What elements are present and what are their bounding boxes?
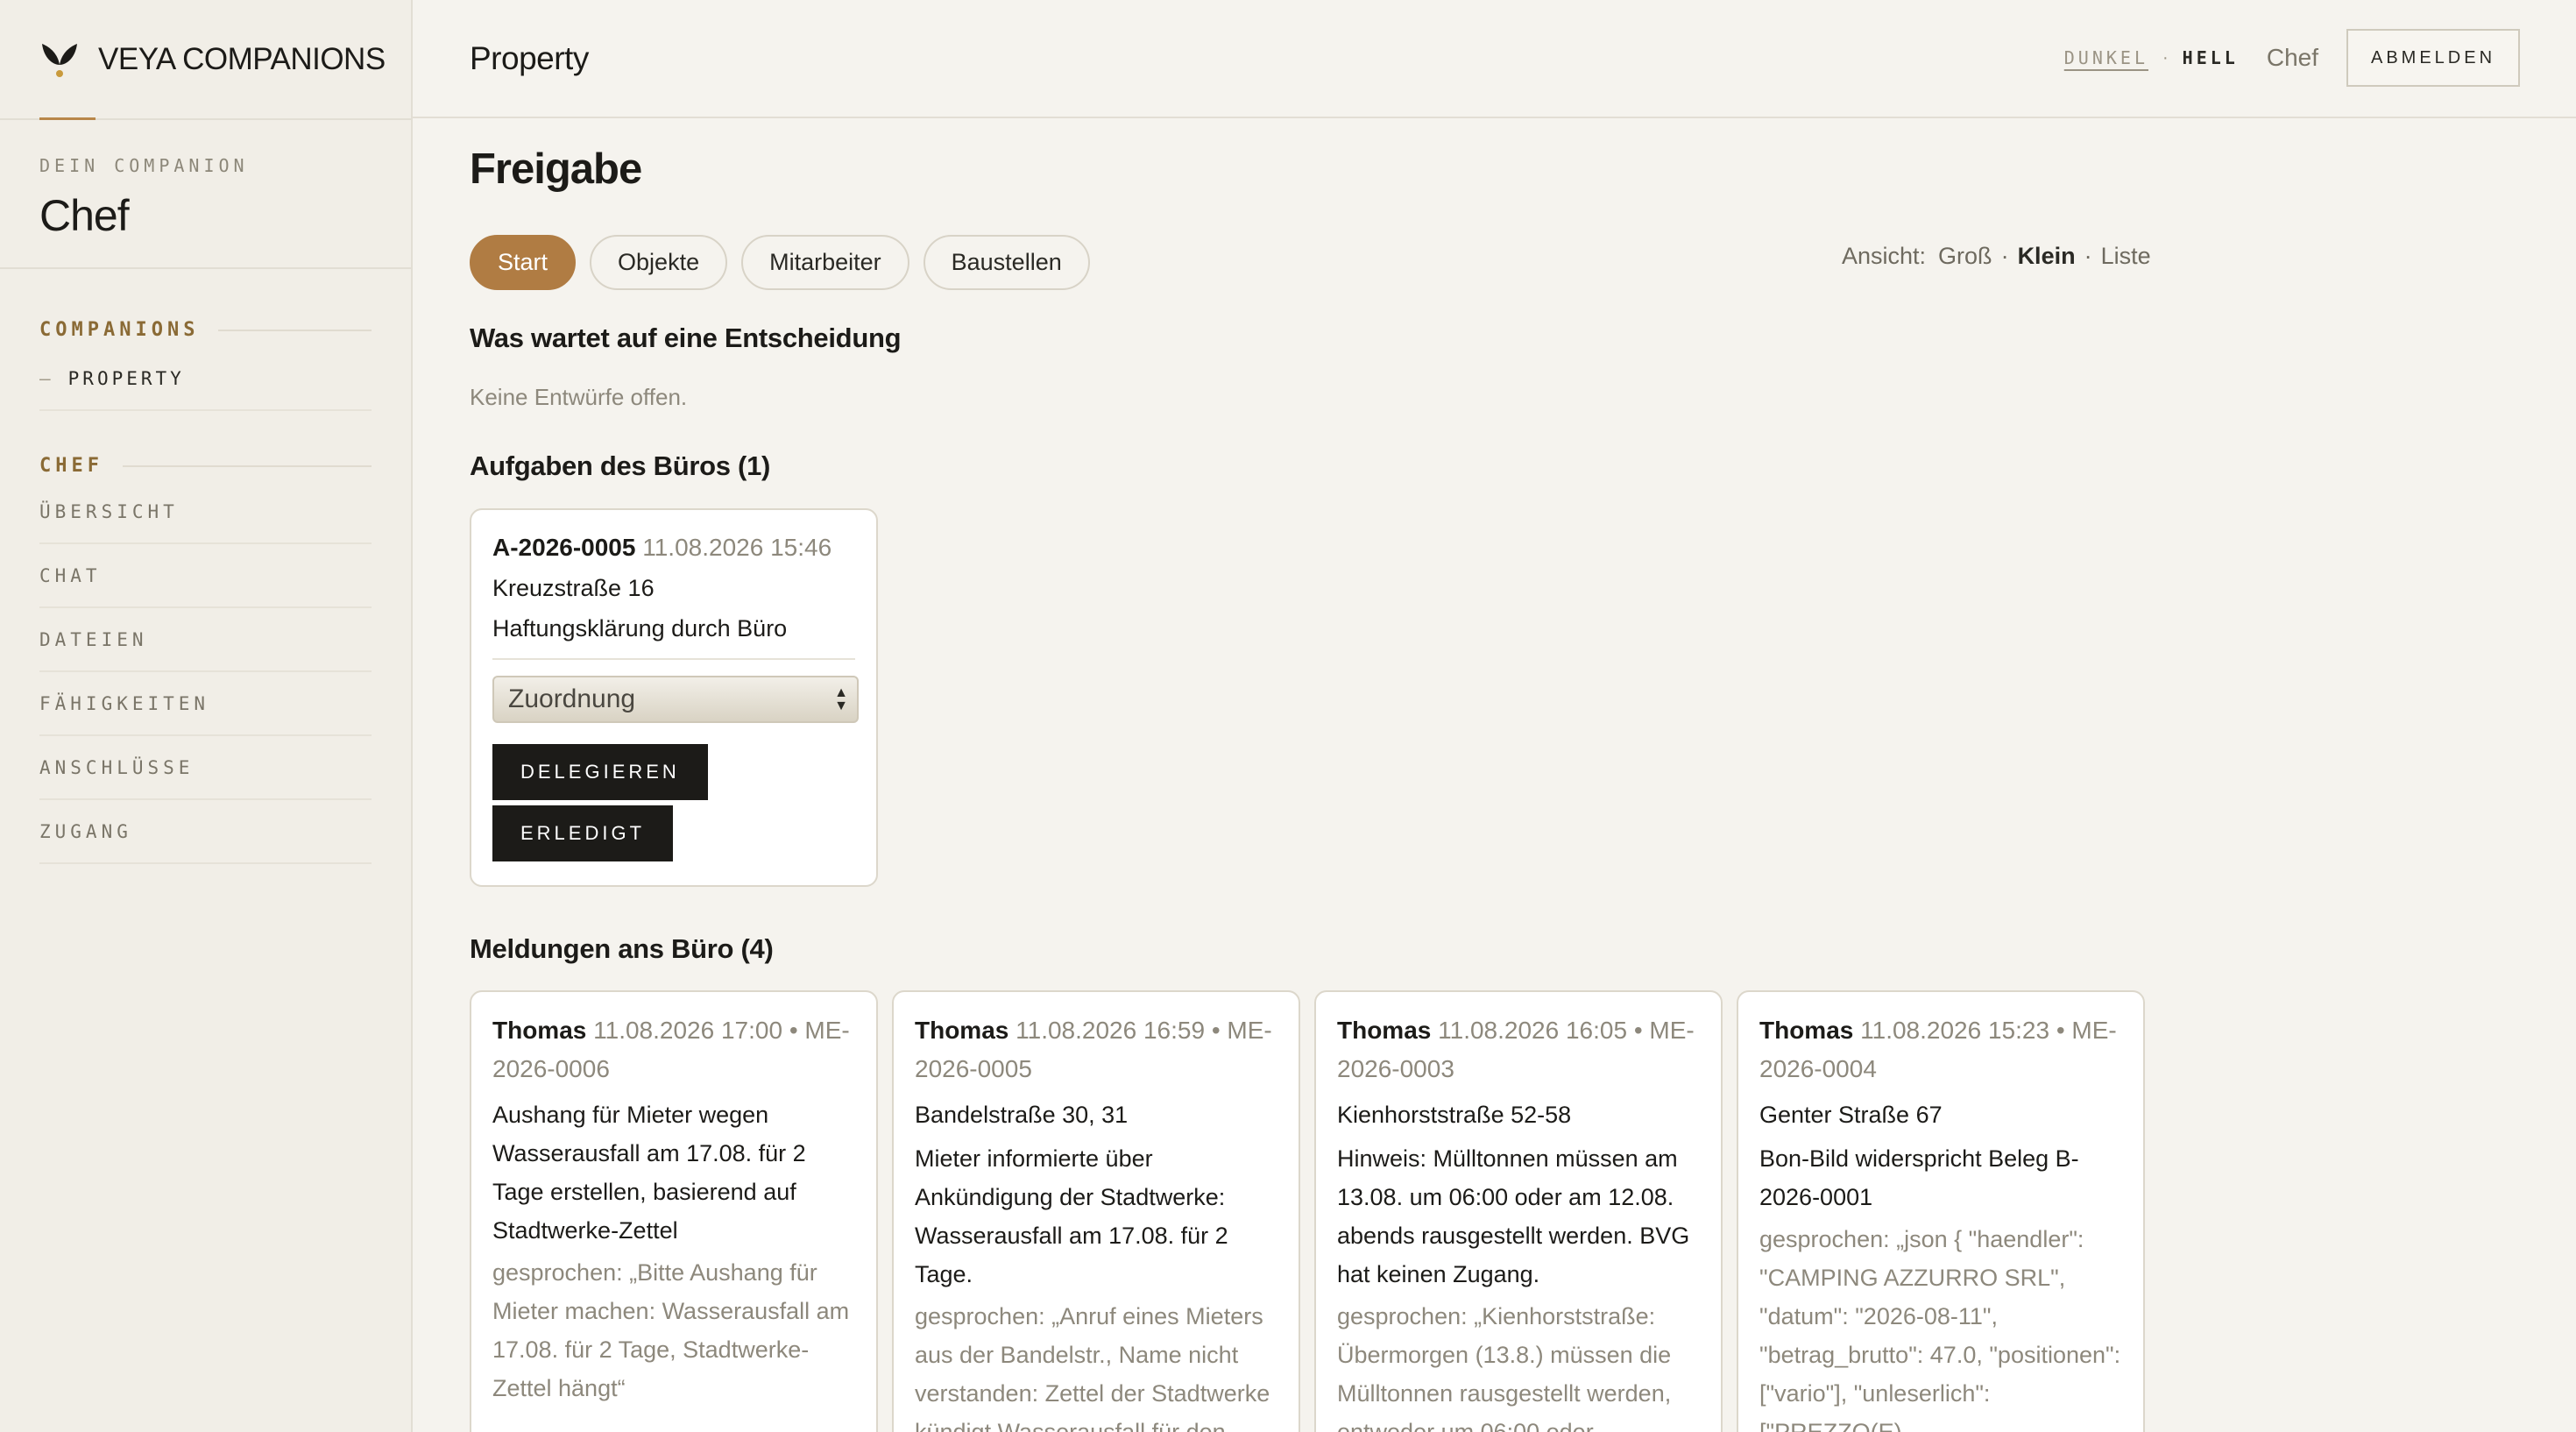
tasks-heading: Aufgaben des Büros (1): [470, 450, 771, 481]
message-card[interactable]: Thomas 11.08.2026 16:59 • ME-2026-0005 B…: [892, 990, 1300, 1432]
message-quote: gesprochen: „json { "haendler": "CAMPING…: [1759, 1226, 2121, 1432]
nav-heading-chef: CHEF: [39, 455, 372, 477]
dash-icon: —: [39, 368, 54, 389]
view-label: Ansicht:: [1842, 243, 1927, 269]
tab-objekte[interactable]: Objekte: [590, 235, 728, 290]
nav-chef: CHEF ÜBERSICHT CHAT DATEIEN FÄHIGKEITEN …: [0, 455, 411, 864]
current-user: Chef: [2266, 44, 2318, 71]
view-option-gross[interactable]: Groß: [1938, 243, 1992, 270]
theme-dark-toggle[interactable]: DUNKEL: [2064, 47, 2148, 68]
theme-light-toggle[interactable]: HELL: [2183, 47, 2239, 68]
task-card-header: A-2026-0005 11.08.2026 15:46: [492, 529, 855, 566]
tab-bar: Start Objekte Mitarbeiter Baustellen: [470, 235, 1104, 290]
assignment-select[interactable]: Zuordnung ▲ ▼: [492, 676, 859, 723]
task-card: A-2026-0005 11.08.2026 15:46 Kreuzstraße…: [470, 508, 878, 887]
tab-mitarbeiter[interactable]: Mitarbeiter: [741, 235, 909, 290]
message-card[interactable]: Thomas 11.08.2026 17:00 • ME-2026-0006 A…: [470, 990, 878, 1432]
message-header: Thomas 11.08.2026 16:59 • ME-2026-0005: [915, 1011, 1277, 1088]
message-quote: gesprochen: „Kienhorststraße: Übermorgen…: [1337, 1303, 1672, 1432]
message-body: Aushang für Mieter wegen Wasserausfall a…: [492, 1102, 806, 1244]
sidebar: VEYA COMPANIONS DEIN COMPANION Chef COMP…: [0, 0, 413, 1432]
message-address: Kienhorststraße 52-58: [1337, 1102, 1572, 1128]
theme-separator: ·: [2162, 47, 2169, 67]
sidebar-item-uebersicht[interactable]: ÜBERSICHT: [39, 480, 372, 544]
view-switch: Ansicht: Groß · Klein · Liste: [1842, 243, 2151, 270]
message-quote: gesprochen: „Anruf eines Mieters aus der…: [915, 1303, 1270, 1432]
message-quote: gesprochen: „Bitte Aushang für Mieter ma…: [492, 1259, 850, 1401]
topbar-controls: DUNKEL · HELL Chef ABMELDEN: [2064, 29, 2520, 87]
main-content: Freigabe Start Objekte Mitarbeiter Baust…: [470, 118, 2576, 1432]
companion-name: Chef: [39, 191, 130, 240]
message-author: Thomas: [1337, 1017, 1432, 1044]
view-option-liste[interactable]: Liste: [2101, 243, 2151, 270]
message-address: Genter Straße 67: [1759, 1102, 1943, 1128]
sprout-icon: [42, 43, 77, 77]
view-option-klein[interactable]: Klein: [2018, 243, 2076, 270]
message-address: Bandelstraße 30, 31: [915, 1102, 1129, 1128]
sidebar-item-dateien[interactable]: DATEIEN: [39, 608, 372, 672]
done-button[interactable]: ERLEDIGT: [492, 805, 674, 861]
message-body: Mieter informierte über Ankündigung der …: [915, 1145, 1228, 1287]
decision-empty-text: Keine Entwürfe offen.: [470, 384, 688, 410]
page-context-title: Property: [470, 39, 589, 76]
task-code: A-2026-0005: [492, 534, 636, 561]
page-title: Freigabe: [470, 145, 642, 193]
message-author: Thomas: [492, 1017, 587, 1044]
message-author: Thomas: [1759, 1017, 1854, 1044]
companion-box: DEIN COMPANION Chef: [0, 120, 411, 269]
delegate-button[interactable]: DELEGIEREN: [492, 744, 708, 800]
sidebar-item-faehigkeiten[interactable]: FÄHIGKEITEN: [39, 672, 372, 736]
sidebar-item-zugang[interactable]: ZUGANG: [39, 800, 372, 864]
decision-heading: Was wartet auf eine Entscheidung: [470, 323, 902, 353]
sidebar-item-property[interactable]: — PROPERTY: [39, 348, 372, 411]
task-address: Kreuzstraße 16: [492, 575, 655, 601]
message-card[interactable]: Thomas 11.08.2026 16:05 • ME-2026-0003 K…: [1314, 990, 1723, 1432]
brand[interactable]: VEYA COMPANIONS: [0, 0, 411, 120]
view-separator: ·: [2000, 243, 2009, 269]
message-header: Thomas 11.08.2026 15:23 • ME-2026-0004: [1759, 1011, 2122, 1088]
message-card[interactable]: Thomas 11.08.2026 15:23 • ME-2026-0004 G…: [1737, 990, 2145, 1432]
brand-name: VEYA COMPANIONS: [98, 41, 386, 76]
logout-button[interactable]: ABMELDEN: [2346, 29, 2520, 87]
task-time: 11.08.2026 15:46: [642, 534, 832, 561]
task-description: Haftungsklärung durch Büro: [492, 615, 788, 642]
message-body: Hinweis: Mülltonnen müssen am 13.08. um …: [1337, 1145, 1690, 1287]
messages-heading: Meldungen ans Büro (4): [470, 933, 774, 964]
companion-kicker: DEIN COMPANION: [39, 155, 249, 176]
sidebar-item-anschluesse[interactable]: ANSCHLÜSSE: [39, 736, 372, 800]
sidebar-item-chat[interactable]: CHAT: [39, 544, 372, 608]
tab-baustellen[interactable]: Baustellen: [923, 235, 1090, 290]
message-body: Bon-Bild widerspricht Beleg B-2026-0001: [1759, 1145, 2079, 1210]
assignment-select-value: Zuordnung: [508, 684, 636, 713]
message-header: Thomas 11.08.2026 17:00 • ME-2026-0006: [492, 1011, 855, 1088]
view-separator: ·: [2084, 243, 2092, 269]
select-arrows-icon: ▲ ▼: [834, 685, 848, 713]
message-author: Thomas: [915, 1017, 1009, 1044]
message-header: Thomas 11.08.2026 16:05 • ME-2026-0003: [1337, 1011, 1700, 1088]
tab-start[interactable]: Start: [470, 235, 577, 290]
nav-companions: COMPANIONS — PROPERTY: [0, 319, 411, 411]
topbar: Property DUNKEL · HELL Chef ABMELDEN: [413, 0, 2576, 118]
brand-accent-line: [39, 117, 96, 120]
divider: [492, 658, 855, 660]
nav-heading-companions: COMPANIONS: [39, 319, 372, 341]
